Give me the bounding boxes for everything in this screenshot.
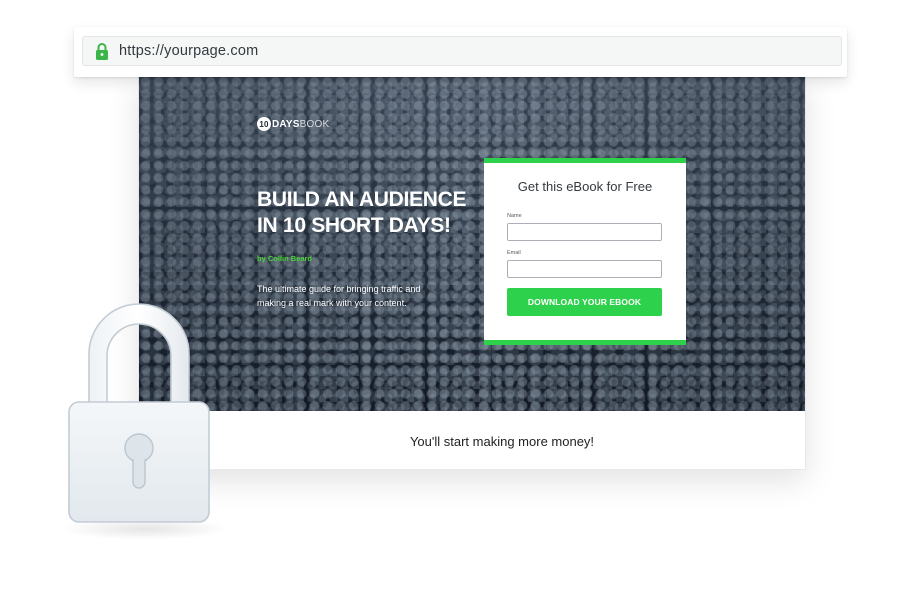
email-field[interactable] bbox=[507, 260, 662, 278]
name-label: Name bbox=[507, 213, 522, 219]
hero-headline: BUILD AN AUDIENCE IN 10 SHORT DAYS! bbox=[257, 187, 466, 239]
name-field[interactable] bbox=[507, 223, 662, 241]
headline-line-1: BUILD AN AUDIENCE bbox=[257, 188, 467, 211]
form-title: Get this eBook for Free bbox=[517, 179, 653, 194]
browser-address-bar: https://yourpage.com bbox=[74, 27, 847, 77]
hero-description: The ultimate guide for bringing traffic … bbox=[257, 284, 421, 308]
headline-line-2: IN 10 SHORT DAYS! bbox=[257, 214, 451, 237]
download-ebook-button[interactable]: DOWNLOAD YOUR EBOOK bbox=[507, 288, 662, 316]
url-field[interactable]: https://yourpage.com bbox=[82, 36, 842, 66]
hero-section: 10 DAYS BOOK BUILD AN AUDIENCE IN 10 SHO… bbox=[139, 77, 805, 411]
padlock-icon bbox=[68, 303, 210, 523]
footer-strip: You'll start making more money! bbox=[139, 411, 805, 469]
browser-window: 10 DAYS BOOK BUILD AN AUDIENCE IN 10 SHO… bbox=[138, 77, 806, 470]
logo-days: DAYS bbox=[272, 118, 300, 130]
logo-number: 10 bbox=[257, 117, 271, 131]
logo-book: BOOK bbox=[299, 118, 330, 130]
url-text: https://yourpage.com bbox=[119, 43, 259, 59]
footer-text: You'll start making more money! bbox=[409, 434, 595, 449]
author-byline: by Collin Beard bbox=[257, 254, 313, 263]
brand-logo: 10 DAYS BOOK bbox=[257, 117, 329, 131]
lock-icon bbox=[96, 43, 108, 60]
email-label: Email bbox=[507, 250, 521, 256]
signup-form: Get this eBook for Free Name Email DOWNL… bbox=[484, 158, 686, 345]
